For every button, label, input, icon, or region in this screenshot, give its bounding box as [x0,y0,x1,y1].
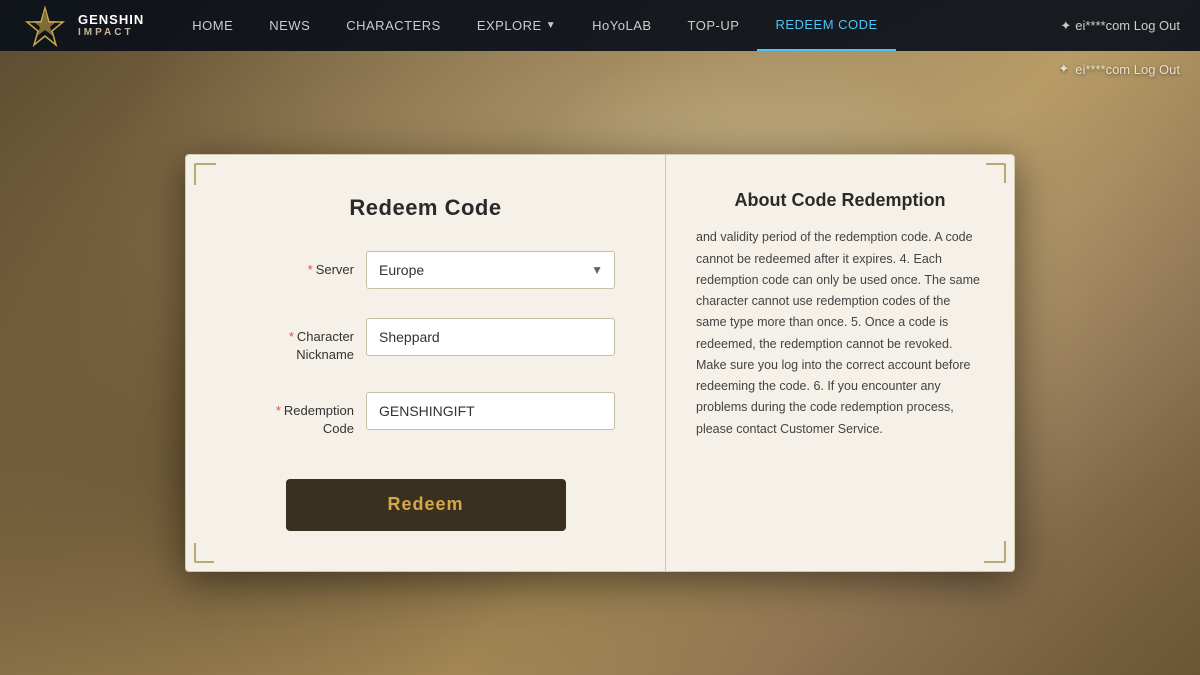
modal-title: Redeem Code [349,195,501,221]
explore-dropdown-arrow: ▼ [546,20,556,31]
user-text: ei****com Log Out [1075,18,1180,33]
logo-icon [20,1,70,51]
nav-explore[interactable]: EXPLORE ▼ [459,0,574,51]
right-panel-title: About Code Redemption [696,190,984,211]
logout-text[interactable]: ei****com Log Out [1075,62,1180,77]
code-row: *Redemption Code [236,384,615,439]
nav-redeem-code[interactable]: REDEEM CODE [757,0,895,51]
server-label: *Server [236,261,366,279]
nickname-label: *Character Nickname [236,309,366,364]
navbar: GENSHIN IMPACT HOME NEWS CHARACTERS EXPL… [0,0,1200,51]
nickname-row: *Character Nickname [236,309,615,364]
code-required: * [276,403,281,418]
nav-topup[interactable]: TOP-UP [670,0,758,51]
redeem-button[interactable]: Redeem [286,479,566,531]
user-icon: ✦ [1060,18,1071,34]
logo-text: GENSHIN IMPACT [78,13,144,38]
nav-news[interactable]: NEWS [251,0,328,51]
nickname-required: * [289,329,294,344]
nickname-input[interactable] [366,318,615,356]
user-area[interactable]: ✦ ei****com Log Out [1060,18,1180,34]
left-panel: Redeem Code *Server Europe America Asia … [186,155,666,570]
server-select-wrapper: Europe America Asia TW, HK, MO ▼ [366,251,615,289]
server-row: *Server Europe America Asia TW, HK, MO ▼ [236,251,615,289]
server-select[interactable]: Europe America Asia TW, HK, MO [366,251,615,289]
nav-characters[interactable]: CHARACTERS [328,0,459,51]
right-panel: About Code Redemption and validity perio… [666,155,1014,570]
logout-bar: ✦ ei****com Log Out [1058,61,1180,77]
server-required: * [308,262,313,277]
corner-bl [194,543,214,563]
nav-links: HOME NEWS CHARACTERS EXPLORE ▼ HoYoLAB T… [174,0,896,51]
main-content: ✦ ei****com Log Out Redeem Code *Server … [0,51,1200,675]
redeem-modal: Redeem Code *Server Europe America Asia … [185,154,1015,571]
nav-home[interactable]: HOME [174,0,251,51]
logout-icon: ✦ [1058,61,1069,77]
nav-hoyolab[interactable]: HoYoLAB [574,0,669,51]
code-label: *Redemption Code [236,384,366,439]
right-panel-text: and validity period of the redemption co… [696,227,984,440]
logo[interactable]: GENSHIN IMPACT [20,1,144,51]
code-input[interactable] [366,392,615,430]
